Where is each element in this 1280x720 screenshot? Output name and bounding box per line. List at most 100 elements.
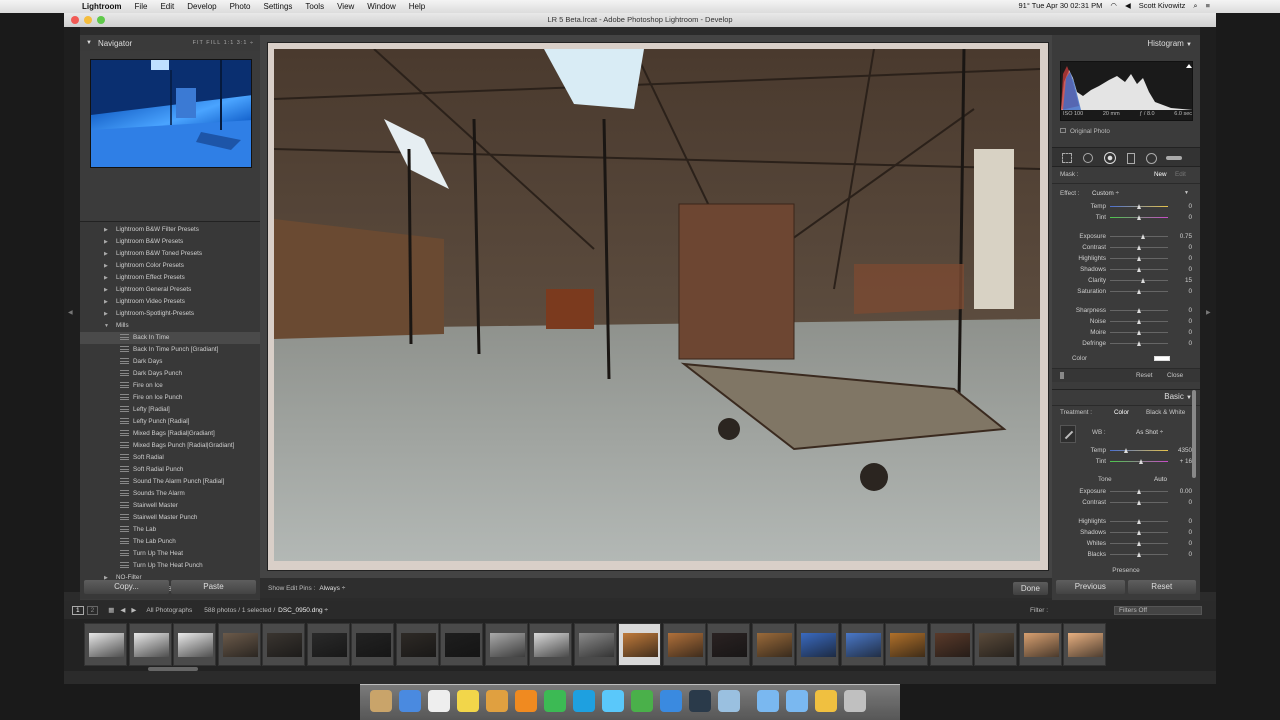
menu-edit[interactable]: Edit xyxy=(160,2,174,11)
reset-button[interactable]: Reset xyxy=(1127,580,1196,594)
filmstrip-thumbnail[interactable] xyxy=(707,623,750,666)
preset-item[interactable]: Turn Up The Heat xyxy=(80,548,260,560)
filmstrip-thumbnail[interactable] xyxy=(929,623,973,666)
filmstrip-thumbnail[interactable] xyxy=(885,623,928,666)
previous-button[interactable]: Previous xyxy=(1056,580,1125,594)
finder-icon[interactable] xyxy=(399,690,421,712)
slider-value[interactable]: 0 xyxy=(1188,253,1192,264)
forward-icon[interactable]: ▶ xyxy=(131,606,136,614)
collapsed-icon[interactable]: ▶ xyxy=(104,272,116,284)
collapsed-icon[interactable]: ▶ xyxy=(104,308,116,320)
package-icon[interactable] xyxy=(486,690,508,712)
histogram[interactable]: ISO 100 20 mm ƒ / 8.0 6.0 sec xyxy=(1060,61,1193,121)
preset-item[interactable]: Back In Time Punch [Gradiant] xyxy=(80,344,260,356)
slider-value[interactable]: 0 xyxy=(1188,212,1192,223)
slider-value[interactable]: 0 xyxy=(1188,316,1192,327)
treatment-bw[interactable]: Black & White xyxy=(1146,409,1185,416)
filmstrip-thumbnail[interactable] xyxy=(306,623,350,666)
red-eye-icon[interactable] xyxy=(1104,152,1116,164)
mask-close-button[interactable]: Close xyxy=(1167,372,1183,379)
slider-handle[interactable] xyxy=(1136,552,1141,557)
mask-switch-icon[interactable] xyxy=(1060,372,1064,379)
filmstrip-thumbnail[interactable] xyxy=(262,623,305,666)
slider-value[interactable]: 0 xyxy=(1188,527,1192,538)
slider-handle[interactable] xyxy=(1136,341,1141,346)
wb-picker-icon[interactable] xyxy=(1060,425,1076,443)
preset-item[interactable]: Stairwell Master Punch xyxy=(80,512,260,524)
slider-handle[interactable] xyxy=(1136,489,1141,494)
color-swatch[interactable] xyxy=(1154,356,1170,361)
spot-removal-icon[interactable] xyxy=(1083,153,1093,163)
preset-folder[interactable]: ▶ Lightroom B&W Filter Presets xyxy=(80,224,260,236)
slider-handle[interactable] xyxy=(1136,500,1141,505)
slider-value[interactable]: 0 xyxy=(1188,327,1192,338)
slider-value[interactable]: 0 xyxy=(1188,516,1192,527)
filmstrip-thumbnail[interactable] xyxy=(217,623,261,666)
zoom-icon[interactable] xyxy=(97,16,105,24)
filmstrip-thumbnail[interactable] xyxy=(751,623,795,666)
archive-icon[interactable] xyxy=(815,690,837,712)
right-panel-scrollbar[interactable] xyxy=(1192,390,1196,478)
preset-folder[interactable]: ▼ Mills xyxy=(80,320,260,332)
slider-track[interactable] xyxy=(1110,280,1168,281)
disclosure-icon[interactable]: ▼ xyxy=(1184,190,1189,196)
search-icon[interactable]: ⌕ xyxy=(1193,1,1197,11)
preset-item[interactable]: Sound The Alarm Punch [Radial] xyxy=(80,476,260,488)
mask-new-button[interactable]: New xyxy=(1154,171,1167,178)
collapsed-icon[interactable]: ▶ xyxy=(104,284,116,296)
app-menu[interactable]: Lightroom xyxy=(82,2,122,11)
preset-item[interactable]: Sounds The Alarm xyxy=(80,488,260,500)
slider-track[interactable] xyxy=(1110,450,1168,451)
filmstrip-thumbnail[interactable] xyxy=(84,623,127,666)
preset-item[interactable]: Back In Time xyxy=(80,332,260,344)
stickies-icon[interactable] xyxy=(457,690,479,712)
mask-edit-button[interactable]: Edit xyxy=(1175,171,1186,178)
main-photo[interactable] xyxy=(274,49,1040,561)
itunes-icon[interactable] xyxy=(660,690,682,712)
slider-handle[interactable] xyxy=(1136,215,1141,220)
filmstrip-thumbnail[interactable] xyxy=(395,623,439,666)
slider-value[interactable]: 0 xyxy=(1188,538,1192,549)
filmstrip-thumbnail[interactable] xyxy=(529,623,572,666)
preset-folder[interactable]: ▶ Lightroom Video Presets xyxy=(80,296,260,308)
slider-value[interactable]: 0 xyxy=(1188,264,1192,275)
treatment-color[interactable]: Color xyxy=(1114,409,1129,416)
preset-folder[interactable]: ▶ Lightroom General Presets xyxy=(80,284,260,296)
slider-handle[interactable] xyxy=(1136,541,1141,546)
trash-icon[interactable] xyxy=(844,690,866,712)
done-button[interactable]: Done xyxy=(1012,581,1048,595)
slider-value[interactable]: 0 xyxy=(1188,497,1192,508)
slider-handle[interactable] xyxy=(1123,448,1128,453)
page-1-button[interactable]: 1 xyxy=(72,605,84,615)
slider-value[interactable]: 15 xyxy=(1185,275,1192,286)
filmstrip-thumbnail[interactable] xyxy=(840,623,884,666)
menu-window[interactable]: Window xyxy=(367,2,395,11)
adjustment-brush-icon[interactable] xyxy=(1166,156,1182,160)
navigator-header[interactable]: ▼ Navigator FIT FILL 1:1 3:1 ÷ xyxy=(80,35,260,51)
messages-icon[interactable] xyxy=(602,690,624,712)
paste-button[interactable]: Paste xyxy=(171,580,256,594)
preset-folder[interactable]: ▶ Lightroom Color Presets xyxy=(80,260,260,272)
preset-item[interactable]: Mixed Bags [Radial|Gradiant] xyxy=(80,428,260,440)
slider-handle[interactable] xyxy=(1136,256,1141,261)
copy-button[interactable]: Copy... xyxy=(84,580,169,594)
preset-folder[interactable]: ▶ Lightroom B&W Toned Presets xyxy=(80,248,260,260)
preset-item[interactable]: Turn Up The Heat Punch xyxy=(80,560,260,572)
navigator-zoom-options[interactable]: FIT FILL 1:1 3:1 ÷ xyxy=(193,40,254,46)
preset-item[interactable]: Lefty [Radial] xyxy=(80,404,260,416)
lightroom-icon[interactable] xyxy=(689,690,711,712)
filmstrip-thumbnail[interactable] xyxy=(662,623,706,666)
slider-value[interactable]: 0 xyxy=(1188,242,1192,253)
chrome-icon[interactable] xyxy=(544,690,566,712)
preset-item[interactable]: Dark Days Punch xyxy=(80,368,260,380)
page-2-button[interactable]: 2 xyxy=(86,605,99,615)
slider-handle[interactable] xyxy=(1136,308,1141,313)
menu-file[interactable]: File xyxy=(135,2,148,11)
mask-reset-button[interactable]: Reset xyxy=(1136,372,1152,379)
skype-icon[interactable] xyxy=(573,690,595,712)
slider-value[interactable]: 0 xyxy=(1188,305,1192,316)
filmstrip-thumbnail[interactable] xyxy=(974,623,1017,666)
minimize-icon[interactable] xyxy=(84,16,92,24)
slider-handle[interactable] xyxy=(1141,234,1146,239)
filmstrip-thumbnail[interactable] xyxy=(1063,623,1106,666)
